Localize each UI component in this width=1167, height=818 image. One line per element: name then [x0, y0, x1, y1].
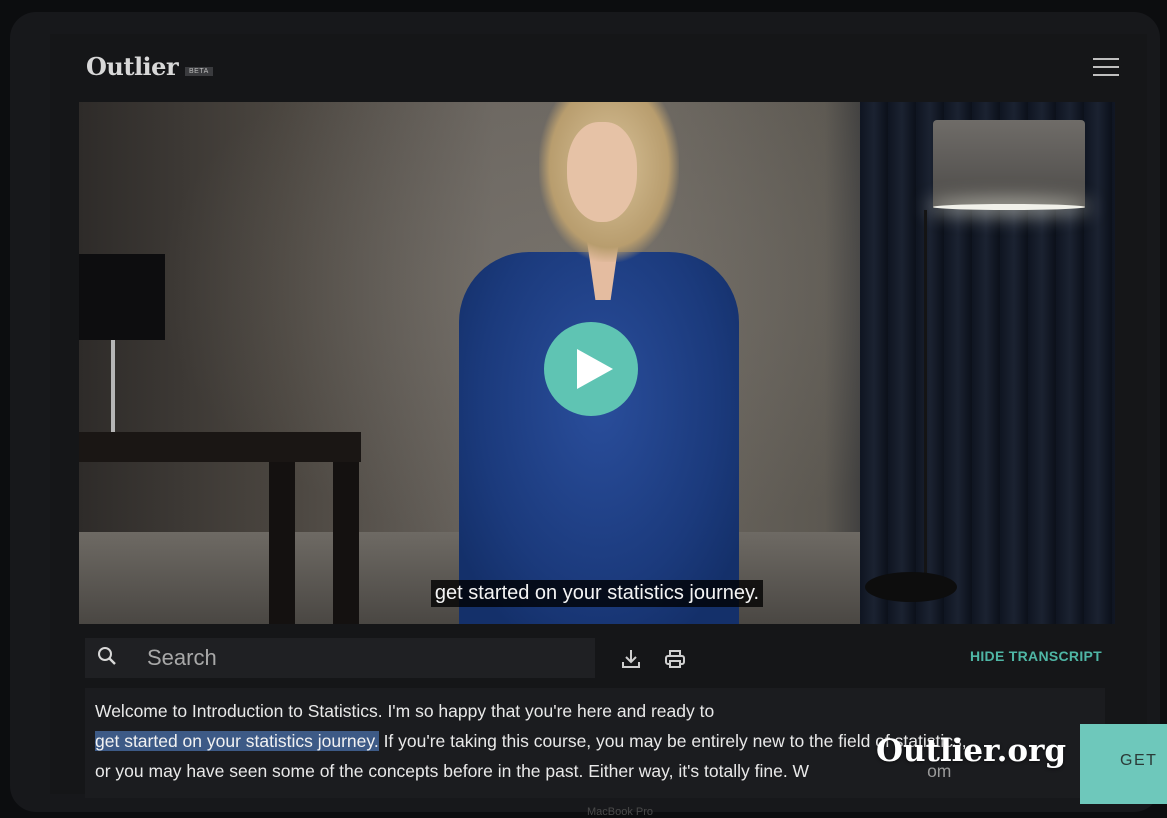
get-button-label: GET — [1120, 752, 1158, 769]
caption-text: get started on your statistics journey. — [430, 580, 764, 607]
video-caption: get started on your statistics journey. — [79, 580, 1115, 607]
search-icon — [85, 646, 129, 671]
transcript-highlight[interactable]: get started on your statistics journey. — [95, 731, 379, 751]
outlier-watermark: Outlier.org — [876, 733, 1067, 769]
laptop-frame: Outlier BETA get started on your statist… — [10, 12, 1160, 818]
print-icon[interactable] — [664, 648, 688, 672]
transcript-text[interactable]: Welcome to Introduction to Statistics. I… — [95, 701, 714, 721]
transcript-text[interactable]: or you may have seen some of the concept… — [95, 761, 809, 781]
transcript-search — [85, 638, 595, 678]
presenter-face — [567, 122, 637, 222]
floor-lamp-shade — [933, 120, 1085, 208]
get-started-button[interactable]: GET — [1080, 724, 1167, 804]
download-icon[interactable] — [620, 648, 644, 672]
device-label: MacBook Pro — [587, 806, 654, 818]
outlier-logo[interactable]: Outlier — [86, 52, 179, 81]
table-lamp-shade — [79, 254, 165, 340]
floor-lamp-glow — [933, 204, 1085, 210]
top-bar: Outlier BETA — [50, 34, 1147, 102]
table-lamp-pole — [111, 340, 115, 436]
presenter-body — [459, 252, 739, 624]
transcript-line: Welcome to Introduction to Statistics. I… — [95, 696, 1095, 726]
play-icon — [577, 349, 613, 389]
floor-lamp-pole — [924, 210, 927, 590]
app-screen: Outlier BETA get started on your statist… — [50, 34, 1147, 818]
search-input[interactable] — [129, 644, 589, 672]
beta-badge: BETA — [185, 67, 213, 76]
menu-icon[interactable] — [1093, 56, 1119, 78]
play-button[interactable] — [544, 322, 638, 416]
side-table — [79, 432, 361, 462]
video-player[interactable]: get started on your statistics journey. — [79, 102, 1115, 624]
hide-transcript-button[interactable]: HIDE TRANSCRIPT — [970, 648, 1102, 664]
